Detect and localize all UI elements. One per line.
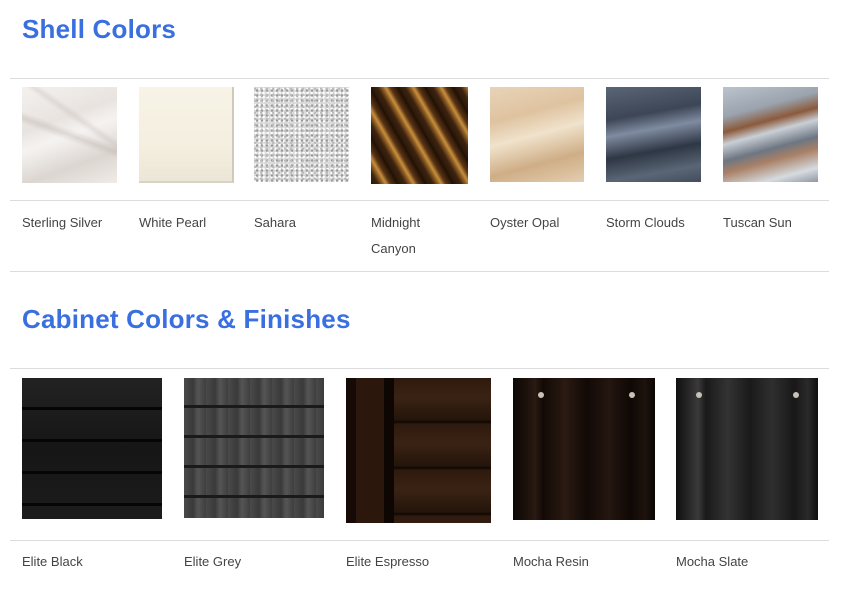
screw-icon: [538, 392, 544, 398]
shell-swatch-sterling-silver[interactable]: [22, 87, 117, 183]
cabinet-swatch-elite-grey[interactable]: [184, 378, 324, 518]
cabinet-label-elite-espresso: Elite Espresso: [346, 554, 430, 569]
cabinet-swatch-mocha-slate[interactable]: [676, 378, 818, 520]
shell-label-oyster-opal: Oyster Opal: [490, 215, 560, 230]
screw-icon: [696, 392, 702, 398]
shell-swatch-white-pearl[interactable]: [139, 87, 234, 183]
cabinet-label-elite-grey: Elite Grey: [184, 554, 242, 569]
divider: [10, 540, 829, 541]
divider: [10, 271, 829, 272]
cabinet-colors-heading: Cabinet Colors & Finishes: [22, 304, 351, 334]
cabinet-label-elite-black: Elite Black: [22, 554, 83, 569]
shell-label-midnight-canyon: Midnight Canyon: [371, 215, 421, 256]
shell-label-tuscan-sun: Tuscan Sun: [723, 215, 792, 230]
shell-label-white-pearl: White Pearl: [139, 215, 207, 230]
cabinet-label-mocha-resin: Mocha Resin: [513, 554, 589, 569]
divider: [10, 78, 829, 79]
cabinet-label-mocha-slate: Mocha Slate: [676, 554, 749, 569]
screw-icon: [793, 392, 799, 398]
divider: [10, 368, 829, 369]
shell-label-sahara: Sahara: [254, 215, 296, 230]
divider: [10, 200, 829, 201]
shell-swatch-midnight-canyon[interactable]: [371, 87, 468, 184]
cabinet-swatch-elite-espresso[interactable]: [346, 378, 491, 523]
cabinet-swatch-elite-black[interactable]: [22, 378, 162, 519]
shell-swatch-oyster-opal[interactable]: [490, 87, 584, 182]
shell-swatch-tuscan-sun[interactable]: [723, 87, 818, 182]
shell-colors-heading: Shell Colors: [22, 14, 177, 44]
screw-icon: [629, 392, 635, 398]
shell-label-sterling-silver: Sterling Silver: [22, 215, 103, 230]
shell-swatch-sahara[interactable]: [254, 87, 349, 182]
cabinet-swatch-mocha-resin[interactable]: [513, 378, 655, 520]
shell-label-storm-clouds: Storm Clouds: [606, 215, 685, 230]
shell-swatch-storm-clouds[interactable]: [606, 87, 701, 182]
